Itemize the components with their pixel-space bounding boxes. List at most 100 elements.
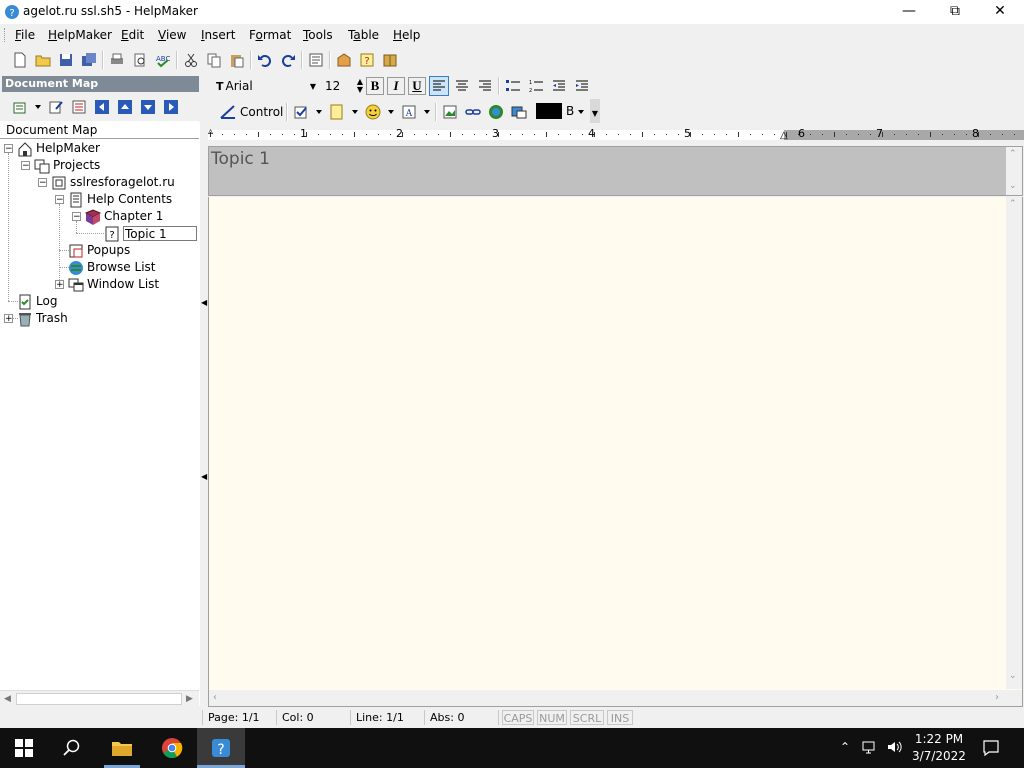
smiley-dropdown-icon[interactable] <box>386 102 396 122</box>
add-item-dropdown-icon[interactable] <box>33 97 43 117</box>
minimize-button[interactable]: — <box>886 0 932 24</box>
text-style-dropdown-icon[interactable] <box>422 102 432 122</box>
note-icon[interactable] <box>327 102 347 122</box>
new-document-icon[interactable] <box>10 50 30 70</box>
collapse-help-contents-toggle[interactable]: − <box>55 195 64 205</box>
web-link-icon[interactable] <box>486 102 506 122</box>
document-map-hscrollbar[interactable]: ◀ ▶ <box>0 690 199 707</box>
tree-item-trash[interactable]: Trash <box>17 310 68 327</box>
menu-help[interactable]: Help <box>393 28 420 42</box>
clock-date[interactable]: 3/7/2022 <box>910 749 968 763</box>
menu-tools[interactable]: Tools <box>303 28 333 42</box>
edit-item-icon[interactable] <box>46 97 66 117</box>
numbered-list-icon[interactable]: 12 <box>526 76 546 96</box>
increase-indent-icon[interactable] <box>572 76 592 96</box>
volume-icon[interactable] <box>886 739 902 758</box>
topic-title-pane[interactable]: Topic 1 ⌃ ⌄ <box>208 146 1023 196</box>
copy-icon[interactable] <box>204 50 224 70</box>
menu-view[interactable]: View <box>158 28 186 42</box>
tree-item-chapter-1[interactable]: Chapter 1 <box>84 208 163 225</box>
tree-item-projects[interactable]: Projects <box>34 157 100 174</box>
save-all-icon[interactable] <box>79 50 99 70</box>
notifications-icon[interactable] <box>982 739 1000 760</box>
color-swatch[interactable] <box>536 103 562 119</box>
toolbar-overflow-icon[interactable]: ▼ <box>590 99 600 123</box>
menu-format[interactable]: Format <box>249 28 291 42</box>
menu-insert[interactable]: Insert <box>201 28 235 42</box>
add-item-icon[interactable] <box>10 97 30 117</box>
topic-editor[interactable]: ⌃ ⌄ ‹ › <box>208 197 1023 707</box>
font-select[interactable]: T Arial ▼ <box>216 77 316 95</box>
expand-trash-toggle[interactable]: + <box>4 314 13 324</box>
left-indent-marker[interactable]: ▵ <box>208 126 213 137</box>
tree-item-popups[interactable]: Popups <box>68 242 130 259</box>
tree-item-project[interactable]: sslresforagelot.ru <box>51 174 175 191</box>
align-center-icon[interactable] <box>452 76 472 96</box>
clock-time[interactable]: 1:22 PM <box>914 732 964 746</box>
move-up-icon[interactable] <box>115 97 135 117</box>
spell-check-icon[interactable]: ABC <box>153 50 173 70</box>
scroll-right-icon[interactable]: › <box>995 692 999 703</box>
move-left-icon[interactable] <box>92 97 112 117</box>
expand-window-list-toggle[interactable]: + <box>55 280 64 290</box>
close-button[interactable]: ✕ <box>977 0 1023 24</box>
collapse-left-icon[interactable]: ◀ <box>201 298 207 310</box>
book-icon[interactable] <box>380 50 400 70</box>
undo-icon[interactable] <box>255 50 275 70</box>
tree-item-help-contents[interactable]: Help Contents <box>68 191 172 208</box>
open-folder-icon[interactable] <box>33 50 53 70</box>
note-dropdown-icon[interactable] <box>350 102 360 122</box>
collapse-projects-toggle[interactable]: − <box>21 161 30 171</box>
decrease-indent-icon[interactable] <box>549 76 569 96</box>
print-icon[interactable] <box>107 50 127 70</box>
panel-splitter[interactable] <box>200 76 208 706</box>
tree-item-log[interactable]: Log <box>17 293 57 310</box>
scroll-right-icon[interactable]: ▶ <box>186 694 193 704</box>
align-left-icon[interactable] <box>429 76 449 96</box>
menu-edit[interactable]: Edit <box>121 28 144 42</box>
collapse-left-icon-2[interactable]: ◀ <box>201 472 207 484</box>
checkbox-field-icon[interactable] <box>291 102 311 122</box>
checkbox-dropdown-icon[interactable] <box>314 102 324 122</box>
editor-vscrollbar[interactable]: ⌃ ⌄ <box>1006 197 1022 689</box>
scroll-left-icon[interactable]: ‹ <box>213 692 217 703</box>
move-down-icon[interactable] <box>138 97 158 117</box>
scroll-up-icon[interactable]: ⌃ <box>1009 199 1017 209</box>
tree-item-window-list[interactable]: Window List <box>68 276 159 293</box>
font-size-select[interactable]: 12 ▲ ▼ <box>319 77 363 95</box>
redo-icon[interactable] <box>278 50 298 70</box>
save-icon[interactable] <box>56 50 76 70</box>
topic-vscrollbar[interactable]: ⌃ ⌄ <box>1006 147 1022 195</box>
move-right-icon[interactable] <box>161 97 181 117</box>
tree-item-browse-list[interactable]: Browse List <box>68 259 155 276</box>
screenshot-icon[interactable] <box>509 102 529 122</box>
collapse-chapter-toggle[interactable]: − <box>72 212 81 222</box>
align-right-icon[interactable] <box>475 76 495 96</box>
insert-image-icon[interactable] <box>440 102 460 122</box>
menu-file[interactable]: File <box>15 28 35 42</box>
restore-button[interactable]: ⧉ <box>932 0 978 24</box>
italic-button[interactable]: I <box>387 77 405 95</box>
scroll-up-icon[interactable]: ⌃ <box>1009 149 1017 159</box>
show-hidden-icons-icon[interactable]: ⌃ <box>840 740 850 754</box>
properties-icon[interactable] <box>306 50 326 70</box>
print-preview-icon[interactable] <box>130 50 150 70</box>
tree-item-topic-1[interactable]: ? Topic 1 <box>104 225 197 242</box>
tree-item-helpmaker[interactable]: HelpMaker <box>17 140 100 157</box>
network-icon[interactable] <box>862 739 878 758</box>
bullet-list-icon[interactable] <box>503 76 523 96</box>
scroll-down-icon[interactable]: ⌄ <box>1009 181 1017 191</box>
scroll-left-icon[interactable]: ◀ <box>4 694 11 704</box>
file-explorer-button[interactable] <box>98 728 146 768</box>
smiley-icon[interactable] <box>363 102 383 122</box>
color-dropdown-icon[interactable] <box>577 105 585 119</box>
start-button[interactable] <box>0 728 48 768</box>
text-style-icon[interactable]: A <box>399 102 419 122</box>
compile-icon[interactable] <box>334 50 354 70</box>
item-list-icon[interactable] <box>69 97 89 117</box>
help-icon[interactable]: ? <box>357 50 377 70</box>
scroll-track[interactable] <box>16 693 182 705</box>
bold-button[interactable]: B <box>366 77 384 95</box>
collapse-helpmaker-toggle[interactable]: − <box>4 144 13 154</box>
paste-icon[interactable] <box>227 50 247 70</box>
